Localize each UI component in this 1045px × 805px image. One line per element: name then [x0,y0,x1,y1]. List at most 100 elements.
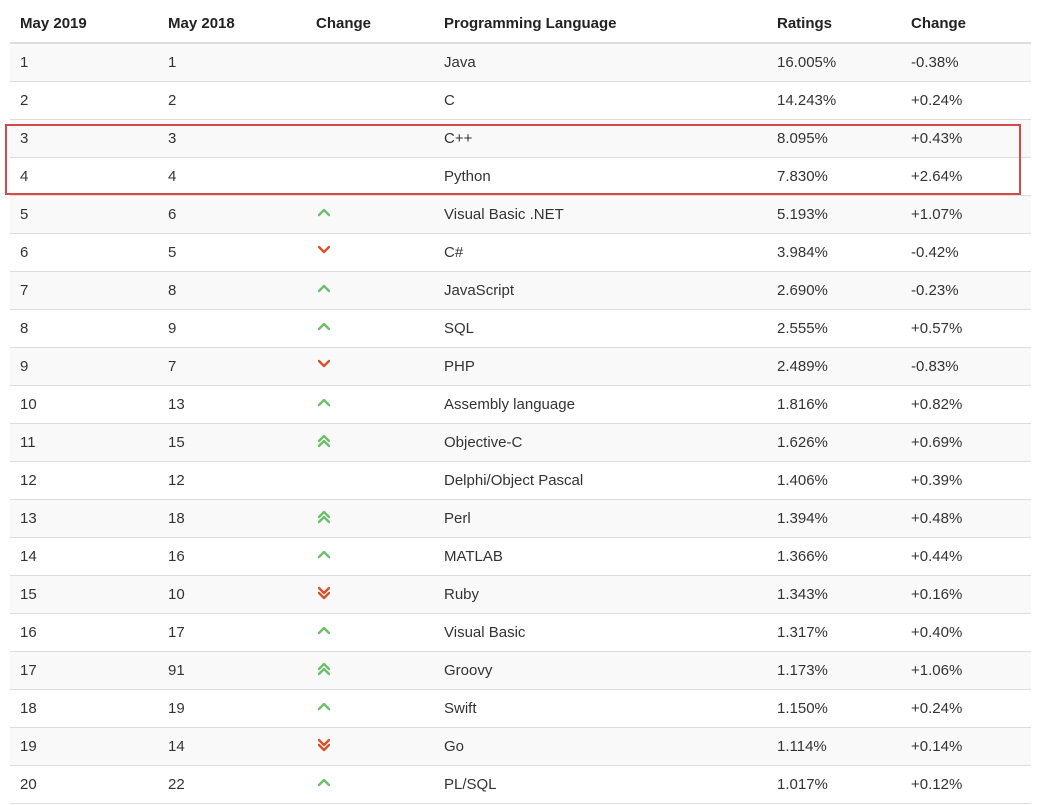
language-name: C [444,92,455,109]
rank-2019: 6 [20,244,29,261]
change-icon-cell [316,386,376,423]
rating-change: +0.12% [911,776,963,793]
change-icon-cell [316,424,376,461]
table-row: 1 1 Java 16.005% -0.38% [10,44,1031,82]
rank-2019: 10 [20,396,37,413]
rating-value: 1.173% [777,662,828,679]
change-icon-cell [316,614,376,651]
language-name: Perl [444,510,471,527]
header-change-rating[interactable]: Change [911,2,966,44]
table-row: 19 14 Go 1.114% +0.14% [10,728,1031,766]
change-icon-cell [316,310,376,347]
header-may-2019[interactable]: May 2019 [20,2,87,44]
change-icon-cell [316,196,376,233]
table-row: 8 9 SQL 2.555% +0.57% [10,310,1031,348]
language-name: Groovy [444,662,493,679]
rating-value: 1.394% [777,510,828,527]
rank-2019: 1 [20,54,29,71]
rating-value: 1.317% [777,624,828,641]
rating-change: +2.64% [911,168,963,185]
chevron-up-icon [317,396,331,414]
language-name: C++ [444,130,473,147]
change-icon-cell [316,766,376,803]
language-name: SQL [444,320,475,337]
rating-value: 1.150% [777,700,828,717]
change-icon-cell [316,82,376,119]
rating-change: +0.43% [911,130,963,147]
rank-2018: 91 [168,662,185,679]
chevron-up-icon [317,282,331,300]
rating-value: 3.984% [777,244,828,261]
rating-change: -0.83% [911,358,959,375]
header-ratings[interactable]: Ratings [777,2,832,44]
language-name: Delphi/Object Pascal [444,472,584,489]
rank-2019: 5 [20,206,29,223]
rank-2018: 9 [168,320,177,337]
rank-2019: 15 [20,586,37,603]
change-icon-cell [316,728,376,765]
rating-change: -0.42% [911,244,959,261]
table-row: 11 15 Objective-C 1.626% +0.69% [10,424,1031,462]
rating-change: +0.44% [911,548,963,565]
change-icon-cell [316,348,376,385]
header-programming-language[interactable]: Programming Language [444,2,617,44]
rank-2018: 2 [168,92,177,109]
rating-change: +0.24% [911,700,963,717]
table-body: 1 1 Java 16.005% -0.38% 2 2 C 14.243% +0.24% 3 3 C++… [10,44,1031,804]
double-chevron-down-icon [317,586,331,604]
rank-2019: 16 [20,624,37,641]
rating-value: 2.690% [777,282,828,299]
rank-2018: 5 [168,244,177,261]
language-name: PL/SQL [444,776,497,793]
table-row: 17 91 Groovy 1.173% +1.06% [10,652,1031,690]
chevron-up-icon [317,548,331,566]
rank-2018: 6 [168,206,177,223]
rank-2019: 20 [20,776,37,793]
language-name: Swift [444,700,477,717]
rank-2019: 12 [20,472,37,489]
table-row: 18 19 Swift 1.150% +0.24% [10,690,1031,728]
rank-2019: 7 [20,282,29,299]
rank-2018: 8 [168,282,177,299]
rating-value: 14.243% [777,92,837,109]
language-name: Visual Basic [444,624,526,641]
table-row: 4 4 Python 7.830% +2.64% [10,158,1031,196]
rating-change: +1.06% [911,662,963,679]
chevron-up-icon [317,624,331,642]
rank-2018: 4 [168,168,177,185]
rating-value: 1.406% [777,472,828,489]
table-row: 20 22 PL/SQL 1.017% +0.12% [10,766,1031,804]
rating-value: 1.816% [777,396,828,413]
rating-change: +0.39% [911,472,963,489]
rating-change: +0.14% [911,738,963,755]
rating-value: 2.555% [777,320,828,337]
rating-value: 1.626% [777,434,828,451]
rank-2018: 16 [168,548,185,565]
header-change-rank[interactable]: Change [316,2,376,44]
change-icon-cell [316,44,376,81]
language-name: MATLAB [444,548,503,565]
table-row: 15 10 Ruby 1.343% +0.16% [10,576,1031,614]
header-may-2018[interactable]: May 2018 [168,2,235,44]
change-icon-cell [316,500,376,537]
language-name: Objective-C [444,434,523,451]
chevron-up-icon [317,700,331,718]
rank-2019: 13 [20,510,37,527]
table-row: 12 12 Delphi/Object Pascal 1.406% +0.39% [10,462,1031,500]
table-row: 13 18 Perl 1.394% +0.48% [10,500,1031,538]
rating-change: -0.38% [911,54,959,71]
table-row: 2 2 C 14.243% +0.24% [10,82,1031,120]
chevron-up-icon [317,206,331,224]
double-chevron-up-icon [317,662,331,680]
rank-2019: 19 [20,738,37,755]
double-chevron-up-icon [317,434,331,452]
language-name: PHP [444,358,475,375]
table-row: 16 17 Visual Basic 1.317% +0.40% [10,614,1031,652]
rank-2018: 14 [168,738,185,755]
table-row: 6 5 C# 3.984% -0.42% [10,234,1031,272]
rank-2019: 3 [20,130,29,147]
table-row: 9 7 PHP 2.489% -0.83% [10,348,1031,386]
rating-value: 16.005% [777,54,837,71]
rating-value: 8.095% [777,130,828,147]
language-name: Ruby [444,586,480,603]
